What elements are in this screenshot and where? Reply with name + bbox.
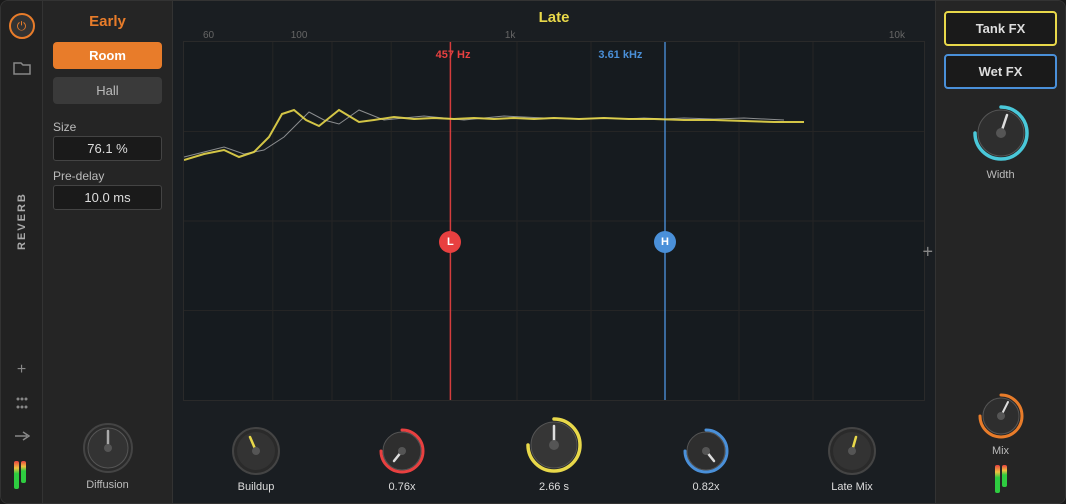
svg-text:3.61 kHz: 3.61 kHz (598, 49, 643, 61)
dots-button[interactable] (14, 395, 30, 414)
low-eq-handle[interactable]: L (439, 231, 461, 253)
param2-knob-unit: 0.82x (680, 425, 732, 493)
buildup-knob[interactable] (230, 425, 282, 477)
param2-label: 0.82x (693, 481, 720, 493)
eq-grid: 457 Hz 3.61 kHz (184, 42, 924, 400)
decay-knob-unit: 2.66 s (522, 413, 586, 493)
late-mix-knob-unit: Late Mix (826, 425, 878, 493)
wet-fx-button[interactable]: Wet FX (944, 54, 1057, 89)
freq-10k: 10k (642, 30, 915, 41)
early-section: Early Room Hall Size 76.1 % Pre-delay 10… (43, 1, 173, 503)
freq-100: 100 (291, 30, 379, 41)
param2-knob[interactable] (680, 425, 732, 477)
input-meter (14, 461, 30, 491)
param1-label: 0.76x (389, 481, 416, 493)
late-mix-knob[interactable] (826, 425, 878, 477)
decay-label: 2.66 s (539, 481, 569, 493)
late-title: Late (173, 1, 935, 30)
predelay-label: Pre-delay (53, 169, 162, 183)
decay-knob[interactable] (522, 413, 586, 477)
freq-60: 60 (193, 30, 291, 41)
predelay-value[interactable]: 10.0 ms (53, 185, 162, 210)
plus-right-button[interactable]: + (922, 242, 933, 263)
late-mix-label: Late Mix (831, 481, 873, 493)
main-area: Late 60 100 1k 10k (173, 1, 935, 503)
mix-knob-area: Mix (944, 391, 1057, 457)
width-knob-area: Width (944, 101, 1057, 181)
svg-text:457 Hz: 457 Hz (436, 49, 471, 61)
buildup-knob-unit: Buildup (230, 425, 282, 493)
folder-button[interactable] (9, 55, 35, 81)
mix-knob[interactable] (976, 391, 1026, 441)
param1-knob[interactable] (376, 425, 428, 477)
room-button[interactable]: Room (53, 42, 162, 69)
knobs-row: Buildup 0.76x (173, 405, 935, 503)
tank-fx-button[interactable]: Tank FX (944, 11, 1057, 46)
width-knob[interactable] (969, 101, 1033, 165)
size-label: Size (53, 120, 162, 134)
eq-display: 457 Hz 3.61 kHz L H (183, 41, 925, 401)
mix-label: Mix (992, 445, 1009, 457)
add-left-button[interactable]: + (17, 361, 26, 379)
arrow-button[interactable] (14, 430, 30, 445)
power-button[interactable]: ⏻ (9, 13, 35, 39)
diffusion-area: Diffusion (53, 421, 162, 491)
output-meter (944, 465, 1057, 493)
high-eq-handle[interactable]: H (654, 231, 676, 253)
right-panel: Tank FX Wet FX Width (935, 1, 1065, 503)
freq-axis: 60 100 1k 10k (173, 30, 935, 41)
left-sidebar: ⏻ REVERB + (1, 1, 43, 503)
diffusion-knob[interactable] (81, 421, 135, 475)
buildup-label: Buildup (238, 481, 275, 493)
hall-button[interactable]: Hall (53, 77, 162, 104)
freq-1k: 1k (379, 30, 642, 41)
param1-knob-unit: 0.76x (376, 425, 428, 493)
early-title: Early (53, 13, 162, 30)
size-value[interactable]: 76.1 % (53, 136, 162, 161)
power-icon: ⏻ (17, 19, 27, 34)
plugin-container: ⏻ REVERB + (0, 0, 1066, 504)
reverb-label: REVERB (16, 97, 28, 345)
diffusion-label: Diffusion (86, 479, 129, 491)
width-label: Width (986, 169, 1014, 181)
